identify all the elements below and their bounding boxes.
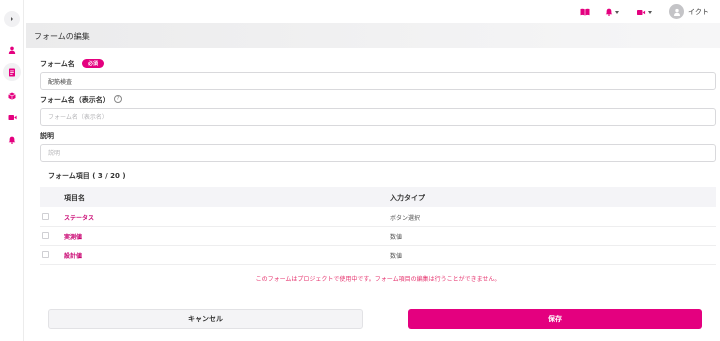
cancel-button[interactable]: キャンセル: [48, 309, 363, 329]
sidebar-item-video[interactable]: [6, 111, 18, 123]
sidebar-item-notifications[interactable]: [6, 134, 18, 146]
sidebar-item-materials[interactable]: [6, 90, 18, 102]
description-input[interactable]: [40, 144, 716, 162]
table-row: 実測値 数値: [40, 227, 716, 246]
notifications-dropdown[interactable]: [605, 6, 619, 18]
bell-icon: [8, 136, 16, 144]
bell-icon: [605, 8, 613, 16]
cube-icon: [8, 92, 16, 100]
user-menu[interactable]: イクト: [669, 4, 709, 19]
video-icon: [637, 9, 646, 15]
display-name-label: フォーム名（表示名）: [40, 96, 110, 104]
user-name: イクト: [688, 7, 709, 16]
required-badge: 必須: [82, 59, 104, 68]
page-title: フォームの編集: [34, 32, 90, 41]
description-label: 説明: [40, 132, 54, 140]
row-checkbox[interactable]: [42, 251, 49, 258]
column-header-input-type: 入力タイプ: [390, 194, 425, 202]
form-name-input[interactable]: [40, 72, 716, 90]
item-name[interactable]: 設計値: [64, 251, 82, 260]
page-header: フォームの編集: [26, 23, 720, 48]
sidebar: [0, 0, 24, 341]
item-type: ボタン選択: [390, 215, 421, 222]
manual-button[interactable]: [580, 6, 590, 18]
user-icon: [673, 8, 680, 16]
book-icon: [580, 8, 590, 16]
chevron-down-icon: [648, 10, 652, 14]
table-header: 項目名 入力タイプ: [40, 187, 716, 207]
chevron-right-icon: [11, 17, 13, 21]
chevron-down-icon: [615, 10, 619, 14]
table-row: 設計値 数値: [40, 246, 716, 265]
form-name-label: フォーム名: [40, 60, 75, 68]
item-name[interactable]: 実測値: [64, 232, 82, 241]
item-name[interactable]: ステータス: [64, 213, 94, 222]
user-icon: [8, 46, 16, 54]
table-row: ステータス ボタン選択: [40, 208, 716, 227]
row-checkbox[interactable]: [42, 232, 49, 239]
item-type: 数値: [390, 234, 403, 241]
item-type: 数値: [390, 253, 403, 260]
help-icon[interactable]: ?: [114, 95, 122, 103]
form-items-title: フォーム項目 ( 3 / 20 ): [48, 172, 126, 180]
sidebar-item-users[interactable]: [6, 44, 18, 56]
video-icon: [8, 114, 17, 120]
document-icon: [9, 68, 15, 76]
top-bar: イクト: [24, 0, 720, 23]
row-checkbox[interactable]: [42, 213, 49, 220]
sidebar-toggle-button[interactable]: [4, 11, 20, 27]
sidebar-item-forms[interactable]: [3, 63, 21, 81]
save-button[interactable]: 保存: [408, 309, 702, 329]
avatar: [669, 4, 684, 19]
display-name-input[interactable]: [40, 108, 716, 126]
video-dropdown[interactable]: [636, 6, 652, 18]
column-header-item-name: 項目名: [64, 194, 85, 202]
usage-notice: このフォームはプロジェクトで使用中です。フォーム項目の編集は行うことができません…: [255, 276, 501, 283]
